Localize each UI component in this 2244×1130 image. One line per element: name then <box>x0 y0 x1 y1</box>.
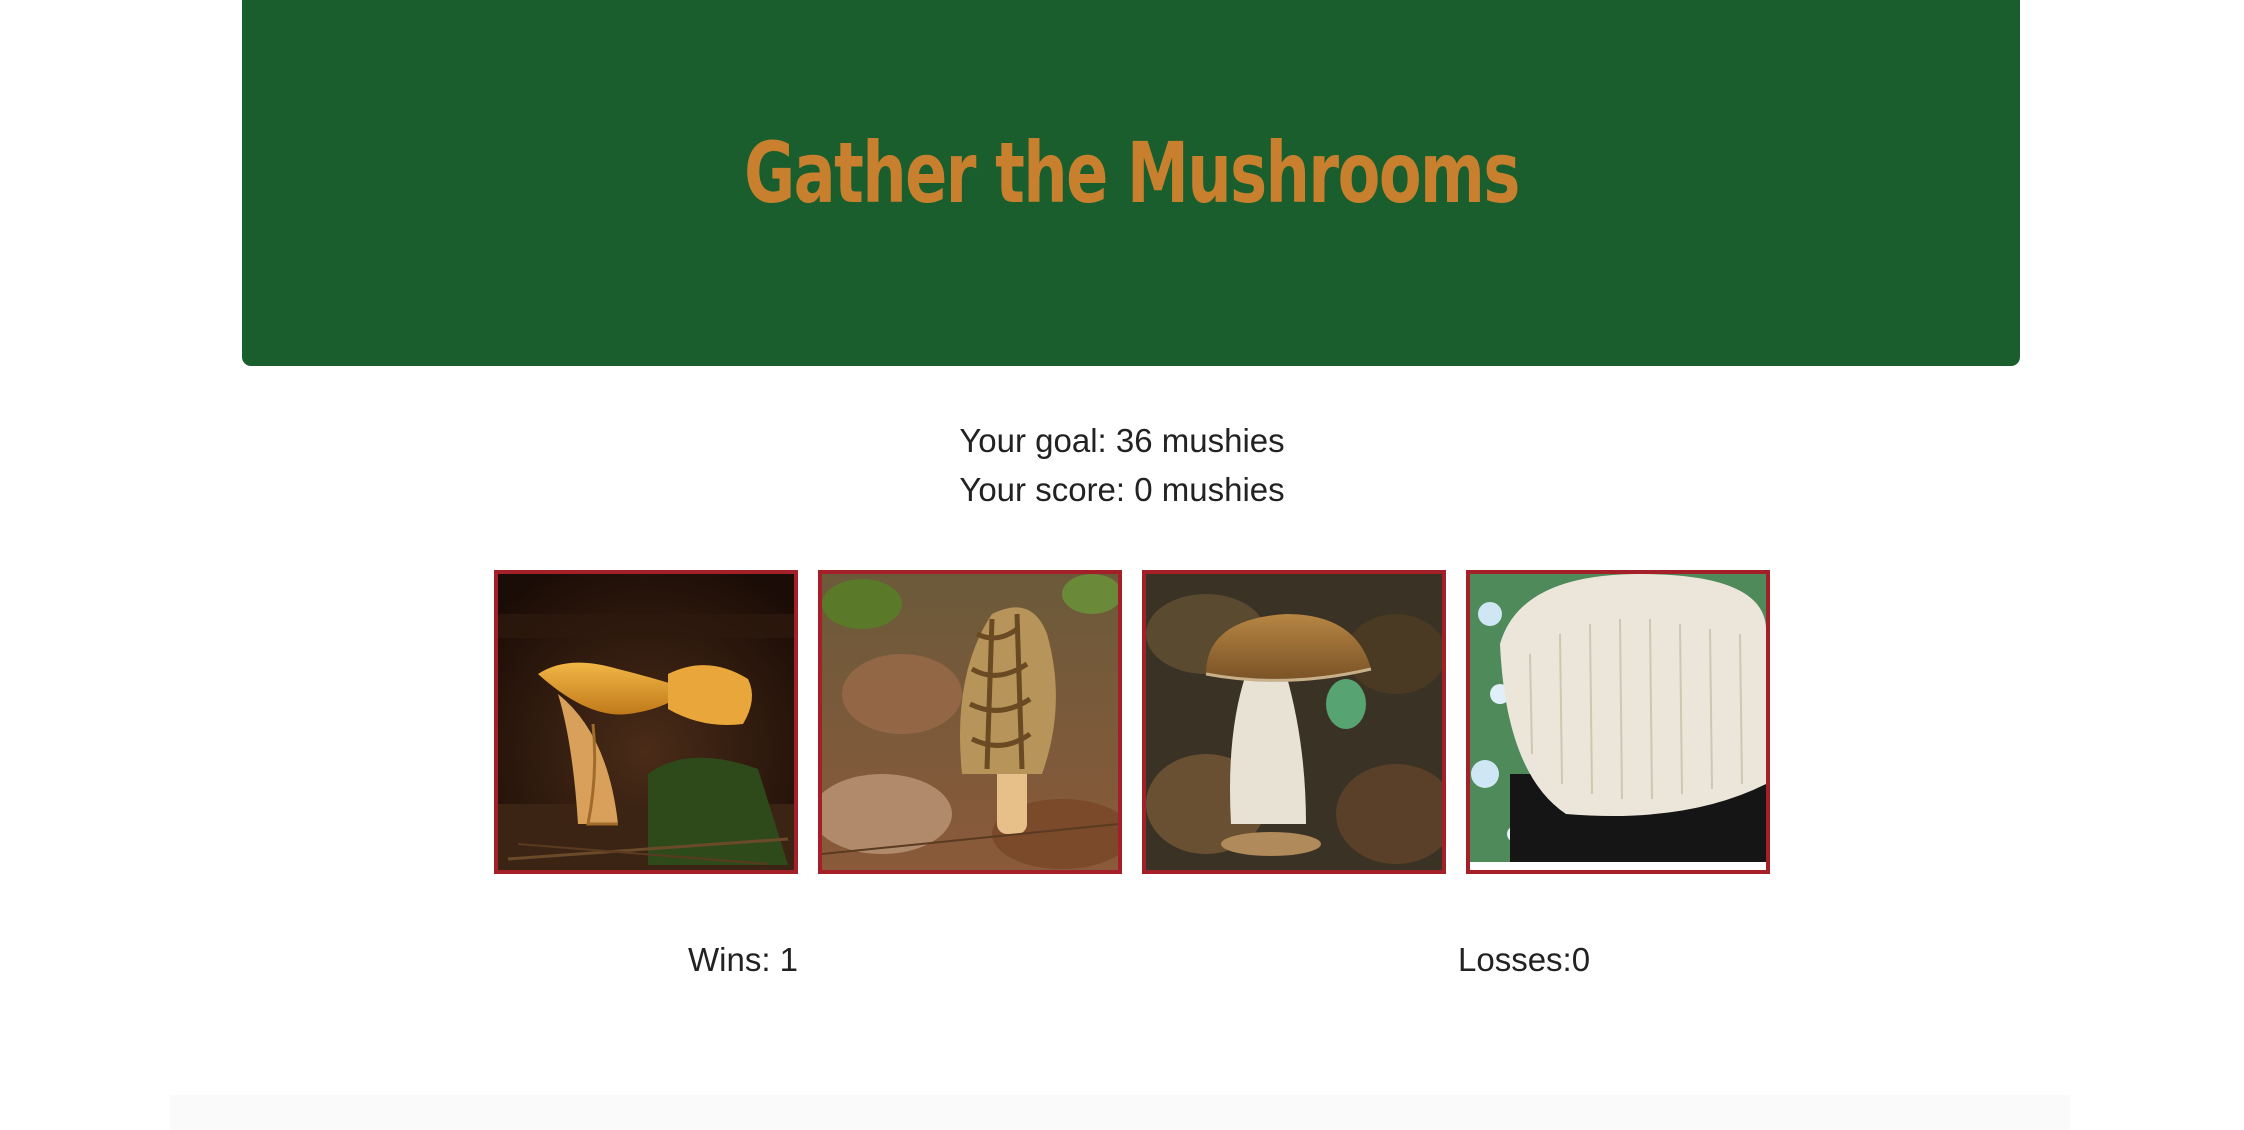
chanterelle-image <box>498 574 794 870</box>
score-value: 0 <box>1134 471 1153 508</box>
losses-label: Losses: <box>1458 941 1572 978</box>
goal-value: 36 <box>1115 422 1153 459</box>
wins-value: 1 <box>779 941 799 978</box>
lions-mane-image <box>1470 574 1766 870</box>
score-label: Your score: <box>959 471 1135 508</box>
mushroom-tile-morel[interactable] <box>818 570 1122 874</box>
score-unit: mushies <box>1152 471 1285 508</box>
mushroom-tile-porcini[interactable] <box>1142 570 1446 874</box>
goal-readout: Your goal: 36 mushies <box>0 416 2244 465</box>
morel-image <box>822 574 1118 870</box>
goal-unit: mushies <box>1152 422 1285 459</box>
score-readout: Your score: 0 mushies <box>0 465 2244 514</box>
porcini-image <box>1146 574 1442 870</box>
page-title: Gather the Mushrooms <box>743 124 1520 222</box>
game-page: Gather the Mushrooms Your goal: 36 mushi… <box>0 0 2244 1130</box>
mushroom-tile-lions-mane[interactable] <box>1466 570 1770 874</box>
losses-counter: Losses:0 <box>1458 935 1590 984</box>
wins-label: Wins: <box>688 941 780 978</box>
mushroom-tile-chanterelle[interactable] <box>494 570 798 874</box>
wins-counter: Wins: 1 <box>688 935 798 984</box>
goal-label: Your goal: <box>959 422 1116 459</box>
footer-strip <box>170 1095 2070 1130</box>
header-banner: Gather the Mushrooms <box>242 0 2020 366</box>
losses-value: 0 <box>1571 941 1591 978</box>
mushroom-tiles <box>494 570 1774 876</box>
